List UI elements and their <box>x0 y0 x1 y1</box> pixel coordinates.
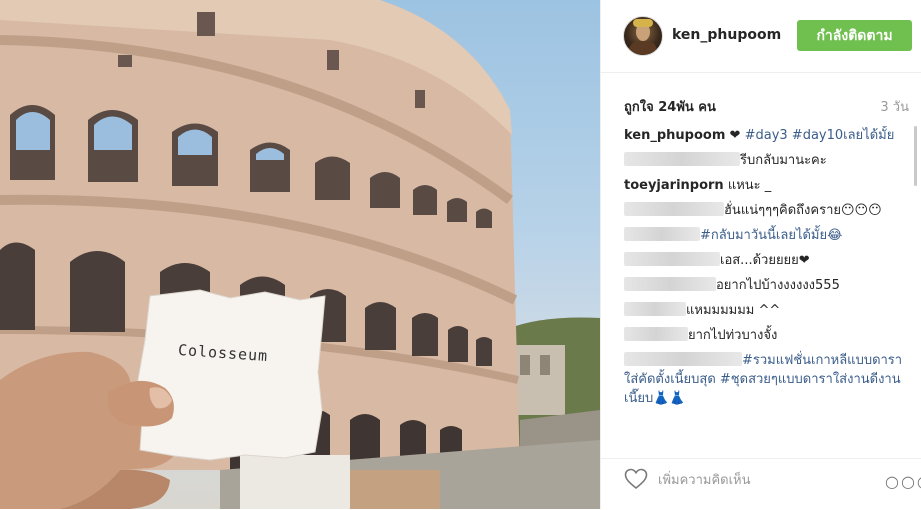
comment-item: ฮั่นแน่ๆๆๆคิดถึงคราย😶😶😶 <box>624 201 907 220</box>
avatar[interactable] <box>623 16 663 56</box>
comment-scrollbar[interactable] <box>914 126 918 442</box>
heart-icon[interactable] <box>624 468 648 490</box>
like-count[interactable]: ถูกใจ 24พัน คน <box>624 96 716 117</box>
comment-item: ken_phupoom ❤ #day3 #day10เลยได้มั้ย <box>624 126 907 145</box>
colosseum-illustration <box>0 0 600 509</box>
comment-item: เอส...ด้วยยยย❤ <box>624 251 907 270</box>
redacted-username[interactable] <box>624 202 724 216</box>
comment-text: รีบกลับมานะคะ <box>740 153 827 168</box>
comment-text: แหนะ _ <box>727 178 772 193</box>
comment-item: #กลับมาวันนี้เลยได้มั้ย😂 <box>624 226 907 245</box>
redacted-username[interactable] <box>624 252 720 266</box>
post-side-panel: ken_phupoom กำลังติดตาม ถูกใจ 24พัน คน 3… <box>600 0 921 509</box>
post-username[interactable]: ken_phupoom <box>672 27 781 43</box>
comment-item: toeyjarinporn แหนะ _ <box>624 176 907 195</box>
comment-text: ยากไปท่วบางจั้ง <box>688 328 778 343</box>
comment-list[interactable]: ken_phupoom ❤ #day3 #day10เลยได้มั้ยรีบก… <box>624 126 907 442</box>
comment-hashtags[interactable]: #day3 #day10เลยได้มั้ย <box>745 128 895 143</box>
redacted-username[interactable] <box>624 352 742 366</box>
following-button[interactable]: กำลังติดตาม <box>797 20 912 51</box>
comment-item: #รวมแฟชั่นเกาหลีแบบดาราใส่คัดตั้งเนี้ยบส… <box>624 351 907 408</box>
post-time[interactable]: 3 วัน <box>880 96 909 117</box>
post-header: ken_phupoom กำลังติดตาม <box>601 0 921 73</box>
comment-username[interactable]: ken_phupoom <box>624 128 725 143</box>
comment-text: เอส...ด้วยยยย❤ <box>720 253 810 268</box>
more-options-icon[interactable]: ○○○ <box>885 472 921 491</box>
comment-username[interactable]: toeyjarinporn <box>624 178 724 193</box>
scroll-thumb[interactable] <box>914 126 917 186</box>
post-photo[interactable]: Colosseum <box>0 0 600 509</box>
redacted-username[interactable] <box>624 277 716 291</box>
redacted-username[interactable] <box>624 152 740 166</box>
redacted-username[interactable] <box>624 327 688 341</box>
comment-item: แหมมมมมม ^^ <box>624 301 907 320</box>
comment-text: ❤ <box>729 128 741 143</box>
redacted-username[interactable] <box>624 302 686 316</box>
instagram-post-modal: Colosseum ken_phupoom กำลังติดตาม ถูกใจ … <box>0 0 921 509</box>
avatar-body <box>629 41 657 55</box>
comment-item: ยากไปท่วบางจั้ง <box>624 326 907 345</box>
add-comment-input[interactable]: เพิ่มความคิดเห็น <box>658 469 751 490</box>
comment-hashtags[interactable]: #กลับมาวันนี้เลยได้มั้ย😂 <box>700 228 842 243</box>
avatar-hat <box>633 19 653 27</box>
comment-text: อยากไปบ้างงงงงง555 <box>716 278 840 293</box>
likes-row: ถูกใจ 24พัน คน 3 วัน <box>624 96 914 116</box>
comment-item: รีบกลับมานะคะ <box>624 151 907 170</box>
comment-item: อยากไปบ้างงงงงง555 <box>624 276 907 295</box>
comment-text: แหมมมมมม ^^ <box>686 303 781 318</box>
post-footer: เพิ่มความคิดเห็น ○○○ <box>601 458 921 510</box>
redacted-username[interactable] <box>624 227 700 241</box>
comment-text: ฮั่นแน่ๆๆๆคิดถึงคราย😶😶😶 <box>724 203 882 218</box>
